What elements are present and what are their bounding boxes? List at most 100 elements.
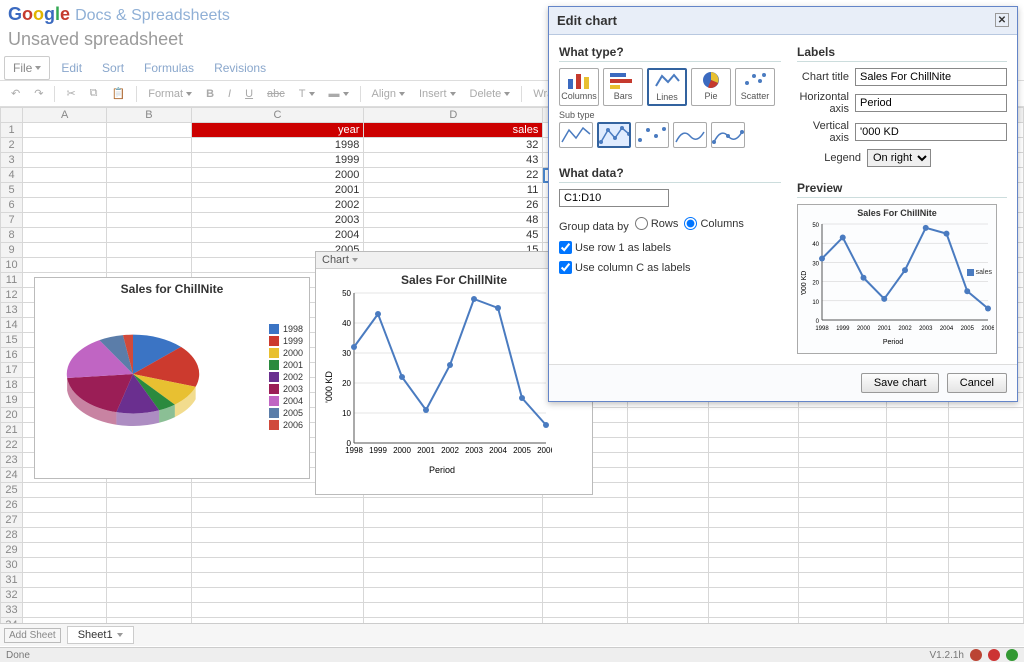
cell[interactable] bbox=[886, 468, 948, 483]
subtype-option[interactable] bbox=[673, 122, 707, 148]
cell[interactable] bbox=[23, 213, 107, 228]
cell[interactable] bbox=[627, 498, 708, 513]
menu-sort[interactable]: Sort bbox=[93, 56, 133, 80]
row-header[interactable]: 32 bbox=[1, 588, 23, 603]
row-header[interactable]: 1 bbox=[1, 123, 23, 138]
cell[interactable] bbox=[799, 408, 886, 423]
cell[interactable] bbox=[23, 483, 107, 498]
cell[interactable] bbox=[708, 588, 799, 603]
cell[interactable] bbox=[107, 138, 191, 153]
cell[interactable] bbox=[886, 573, 948, 588]
cell[interactable]: year bbox=[191, 123, 364, 138]
cell[interactable] bbox=[886, 543, 948, 558]
close-button[interactable]: ✕ bbox=[995, 13, 1009, 27]
underline-button[interactable]: U bbox=[240, 85, 258, 103]
cell[interactable] bbox=[23, 228, 107, 243]
cell[interactable] bbox=[364, 603, 543, 618]
cell[interactable] bbox=[107, 483, 191, 498]
cell[interactable] bbox=[23, 603, 107, 618]
cell[interactable] bbox=[886, 483, 948, 498]
row-header[interactable]: 8 bbox=[1, 228, 23, 243]
insert-menu[interactable]: Insert bbox=[414, 85, 461, 103]
cell[interactable] bbox=[543, 588, 627, 603]
cell[interactable] bbox=[949, 438, 1024, 453]
cell[interactable] bbox=[627, 513, 708, 528]
cell[interactable] bbox=[708, 423, 799, 438]
cell[interactable] bbox=[627, 483, 708, 498]
cell[interactable] bbox=[799, 558, 886, 573]
cell[interactable] bbox=[364, 498, 543, 513]
cell[interactable] bbox=[107, 513, 191, 528]
cell[interactable] bbox=[23, 543, 107, 558]
cell[interactable] bbox=[23, 243, 107, 258]
font-color-button[interactable]: T bbox=[294, 85, 320, 103]
cell[interactable]: sales bbox=[364, 123, 543, 138]
bold-button[interactable]: B bbox=[201, 85, 219, 103]
row-header[interactable]: 31 bbox=[1, 573, 23, 588]
cell[interactable] bbox=[107, 183, 191, 198]
subtype-option[interactable] bbox=[711, 122, 745, 148]
cell[interactable] bbox=[949, 483, 1024, 498]
cell[interactable] bbox=[191, 588, 364, 603]
cell[interactable]: 32 bbox=[364, 138, 543, 153]
cell[interactable] bbox=[708, 483, 799, 498]
cell[interactable] bbox=[949, 543, 1024, 558]
cell[interactable]: 45 bbox=[364, 228, 543, 243]
cut-button[interactable]: ✂ bbox=[61, 84, 80, 103]
row-header[interactable]: 2 bbox=[1, 138, 23, 153]
column-header[interactable]: C bbox=[191, 108, 364, 123]
cell[interactable] bbox=[627, 423, 708, 438]
use-row1-checkbox[interactable]: Use row 1 as labels bbox=[559, 241, 671, 254]
italic-button[interactable]: I bbox=[223, 85, 236, 103]
row-header[interactable]: 9 bbox=[1, 243, 23, 258]
row-header[interactable]: 7 bbox=[1, 213, 23, 228]
cell[interactable] bbox=[799, 543, 886, 558]
cell[interactable] bbox=[886, 453, 948, 468]
cell[interactable] bbox=[886, 558, 948, 573]
cell[interactable]: 2004 bbox=[191, 228, 364, 243]
cell[interactable] bbox=[107, 243, 191, 258]
cell[interactable] bbox=[708, 558, 799, 573]
cell[interactable] bbox=[543, 558, 627, 573]
row-header[interactable]: 15 bbox=[1, 333, 23, 348]
menu-revisions[interactable]: Revisions bbox=[205, 56, 275, 80]
row-header[interactable]: 3 bbox=[1, 153, 23, 168]
cell[interactable] bbox=[949, 453, 1024, 468]
row-header[interactable]: 21 bbox=[1, 423, 23, 438]
cell[interactable] bbox=[364, 588, 543, 603]
row-header[interactable]: 4 bbox=[1, 168, 23, 183]
cell[interactable] bbox=[23, 498, 107, 513]
cell[interactable] bbox=[627, 603, 708, 618]
cell[interactable] bbox=[886, 423, 948, 438]
paste-button[interactable]: 📋 bbox=[107, 84, 131, 103]
cell[interactable] bbox=[23, 588, 107, 603]
row-header[interactable]: 16 bbox=[1, 348, 23, 363]
cell[interactable] bbox=[627, 558, 708, 573]
vertical-axis-input[interactable] bbox=[855, 123, 1007, 141]
cell[interactable] bbox=[107, 603, 191, 618]
cell[interactable] bbox=[708, 408, 799, 423]
cell[interactable] bbox=[949, 588, 1024, 603]
cell[interactable] bbox=[23, 138, 107, 153]
row-header[interactable]: 33 bbox=[1, 603, 23, 618]
copy-button[interactable]: ⧉ bbox=[85, 84, 103, 103]
row-header[interactable]: 13 bbox=[1, 303, 23, 318]
cell[interactable] bbox=[708, 573, 799, 588]
cell[interactable] bbox=[708, 543, 799, 558]
cell[interactable]: 48 bbox=[364, 213, 543, 228]
redo-button[interactable]: ↷ bbox=[29, 84, 48, 103]
cell[interactable] bbox=[23, 513, 107, 528]
cell[interactable]: 1999 bbox=[191, 153, 364, 168]
cell[interactable] bbox=[627, 438, 708, 453]
undo-button[interactable]: ↶ bbox=[6, 84, 25, 103]
subtype-option[interactable] bbox=[597, 122, 631, 148]
cell[interactable] bbox=[23, 198, 107, 213]
cell[interactable] bbox=[364, 513, 543, 528]
cell[interactable] bbox=[543, 513, 627, 528]
menu-edit[interactable]: Edit bbox=[52, 56, 91, 80]
row-header[interactable]: 11 bbox=[1, 273, 23, 288]
cell[interactable] bbox=[799, 498, 886, 513]
cell[interactable] bbox=[708, 528, 799, 543]
cell[interactable] bbox=[949, 498, 1024, 513]
cell[interactable] bbox=[23, 183, 107, 198]
